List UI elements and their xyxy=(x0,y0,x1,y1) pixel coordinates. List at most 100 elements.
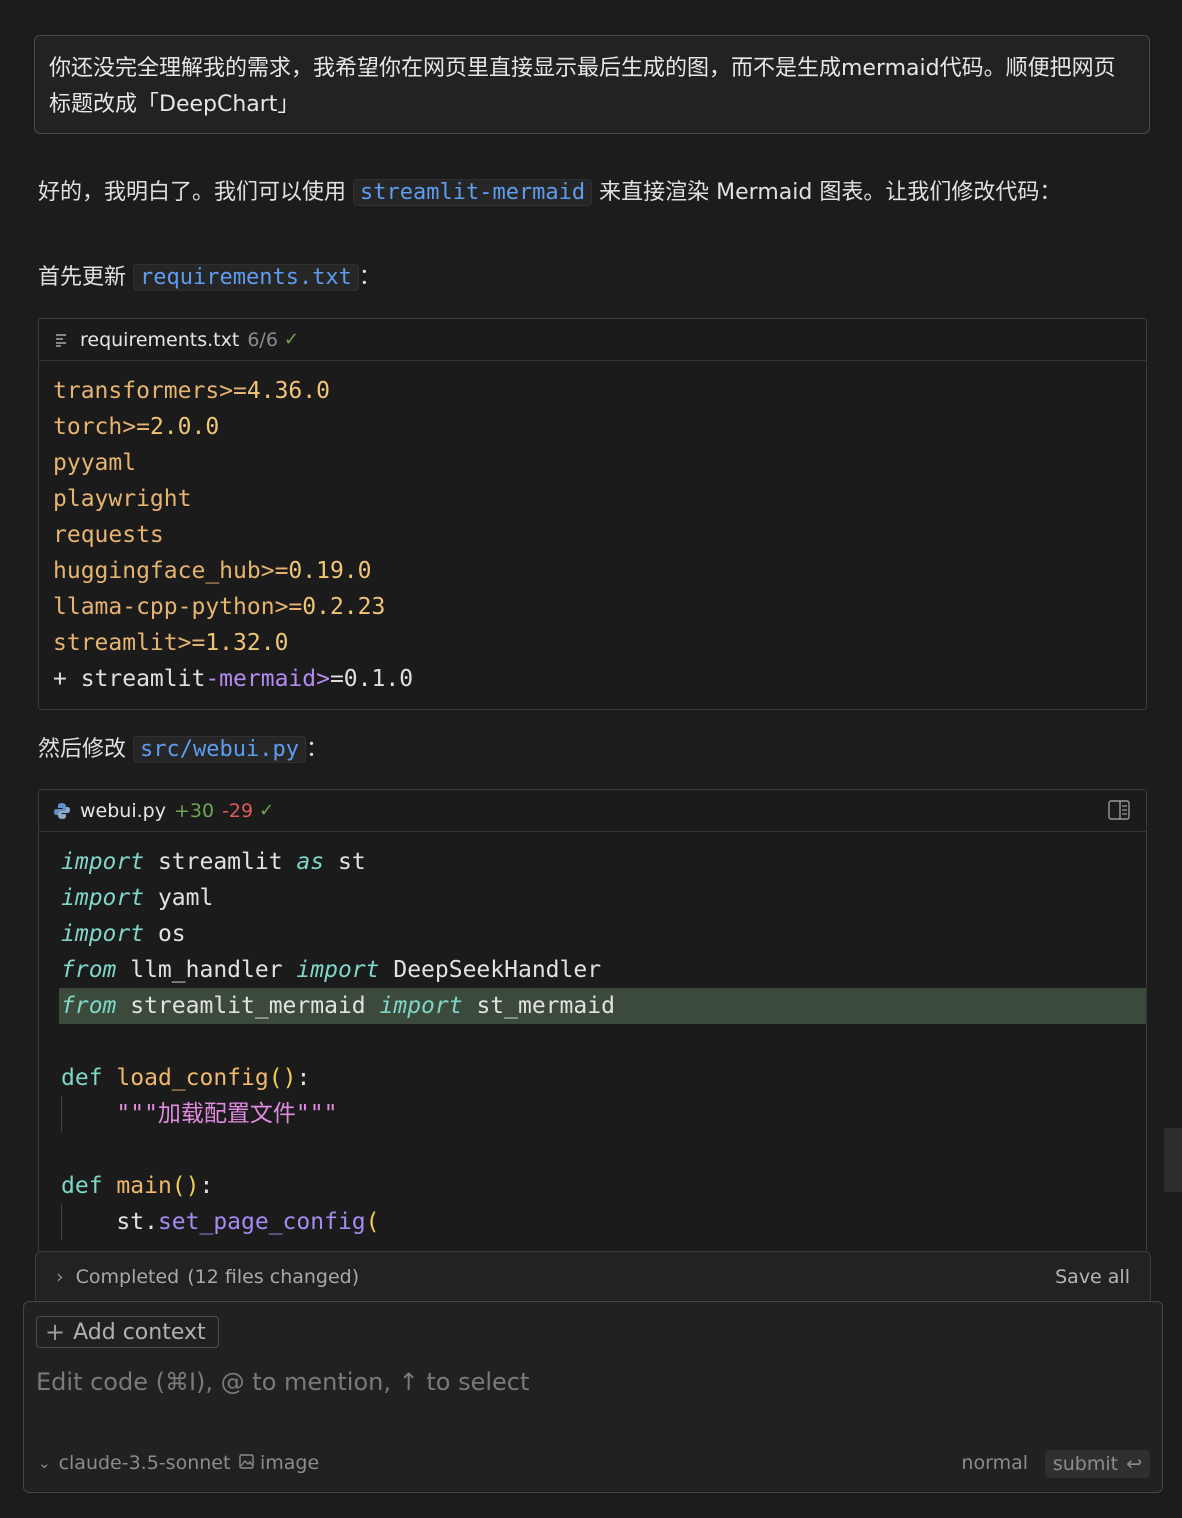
identifier: yaml xyxy=(144,885,214,911)
inline-code-requirements[interactable]: requirements.txt xyxy=(133,264,359,291)
code-line: """加载配置文件""" xyxy=(61,1096,1146,1132)
image-button[interactable]: image xyxy=(239,1452,319,1474)
plus-icon: + xyxy=(45,1318,66,1346)
image-icon xyxy=(239,1452,254,1474)
requirements-line: playwright xyxy=(53,481,1132,517)
code-line: import streamlit as st xyxy=(61,844,1146,880)
function-name: load_config xyxy=(116,1065,269,1091)
add-context-button[interactable]: + Add context xyxy=(36,1316,219,1348)
code-line-content: import os xyxy=(61,921,186,947)
code-line-content: import streamlit as st xyxy=(61,849,366,875)
keyword: from xyxy=(61,993,117,1019)
keyword: import xyxy=(296,957,380,983)
requirements-filename: requirements.txt xyxy=(80,328,240,351)
version-operator: >= xyxy=(177,630,206,656)
version-operator: >= xyxy=(274,594,303,620)
reply-paragraph-2: 首先更新 requirements.txt： xyxy=(38,264,381,291)
package-name: transformers xyxy=(53,378,220,404)
reply-paragraph-3: 然后修改 src/webui.py： xyxy=(38,736,328,763)
webui-code-body: import streamlit as st import yaml import … xyxy=(39,832,1146,1240)
reply-paragraph-1: 好的，我明白了。我们可以使用 streamlit-mermaid 来直接渲染 M… xyxy=(38,179,1062,206)
package-name: llama-cpp-python xyxy=(53,594,275,620)
identifier: st. xyxy=(116,1209,158,1235)
version-number: 0.2.23 xyxy=(302,594,386,620)
keyword: import xyxy=(61,885,145,911)
user-message-text: 你还没完全理解我的需求，我希望你在网页里直接显示最后生成的图，而不是生成merm… xyxy=(49,56,1116,117)
code-line: def load_config(): xyxy=(61,1060,1146,1096)
code-line: import yaml xyxy=(61,880,1146,916)
requirements-line: requests xyxy=(53,517,1132,553)
chevron-right-icon[interactable]: › xyxy=(56,1266,64,1288)
webui-code-block: webui.py +30 -29 ✓ import streamlit as s… xyxy=(38,789,1147,1259)
code-line: def main(): xyxy=(61,1168,1146,1204)
identifier: DeepSeekHandler xyxy=(379,957,602,983)
model-name: claude-3.5-sonnet xyxy=(58,1452,231,1474)
method-name: set_page_config xyxy=(157,1209,366,1235)
added-prefix: + streamlit xyxy=(53,666,206,692)
model-selector[interactable]: ⌄ claude-3.5-sonnet xyxy=(38,1452,230,1474)
lines-removed-count: -29 xyxy=(222,799,254,822)
highlighted-code-line: from streamlit_mermaid import st_mermaid xyxy=(59,988,1146,1024)
keyword: from xyxy=(61,957,117,983)
version-number: 0.19.0 xyxy=(288,558,372,584)
requirements-code-body: transformers>=4.36.0 torch>=2.0.0 pyyaml pl… xyxy=(39,361,1146,697)
parentheses: () xyxy=(171,1173,200,1199)
code-line: from llm_handler import DeepSeekHandler xyxy=(61,952,1146,988)
requirements-line: streamlit>=1.32.0 xyxy=(53,625,1132,661)
text-file-icon xyxy=(53,331,71,349)
colon: : xyxy=(296,1065,311,1091)
status-label: Completed xyxy=(75,1265,180,1288)
identifier: os xyxy=(144,921,186,947)
requirements-added-line: + streamlit-mermaid>=0.1.0 xyxy=(53,661,1132,697)
requirements-code-block: requirements.txt 6/6 ✓ transformers>=4.3… xyxy=(38,318,1147,710)
package-name: playwright xyxy=(53,486,192,512)
user-message: 你还没完全理解我的需求，我希望你在网页里直接显示最后生成的图，而不是生成merm… xyxy=(34,35,1150,134)
composer: + Add context ⌄ claude-3.5-sonnet image … xyxy=(23,1301,1163,1493)
webui-filename: webui.py xyxy=(80,799,166,822)
added-mid: -mermaid> xyxy=(205,666,330,692)
version-operator: >= xyxy=(122,414,150,440)
python-file-icon xyxy=(53,802,71,820)
open-in-editor-icon[interactable] xyxy=(1108,800,1130,825)
save-all-button[interactable]: Save all xyxy=(1055,1266,1130,1288)
code-line: st.set_page_config( xyxy=(61,1204,1146,1240)
composer-input[interactable] xyxy=(36,1362,1136,1402)
indent-guide xyxy=(61,1096,62,1132)
code-line: import os xyxy=(61,916,1146,952)
submit-button[interactable]: submit ↩ xyxy=(1044,1450,1150,1478)
requirements-code-header[interactable]: requirements.txt 6/6 ✓ xyxy=(39,319,1146,361)
parenthesis: ( xyxy=(365,1209,380,1235)
requirements-line: pyyaml xyxy=(53,445,1132,481)
changes-status-bar[interactable]: › Completed (12 files changed) Save all xyxy=(35,1251,1151,1301)
status-detail: (12 files changed) xyxy=(187,1265,360,1288)
identifier: streamlit_mermaid xyxy=(116,993,380,1019)
package-name: streamlit xyxy=(53,630,178,656)
code-line-content: from llm_handler import DeepSeekHandler xyxy=(61,957,601,983)
requirements-progress: 6/6 xyxy=(247,328,278,351)
chevron-down-icon: ⌄ xyxy=(38,1454,51,1472)
check-icon: ✓ xyxy=(283,329,299,350)
function-name: main xyxy=(116,1173,172,1199)
inline-code-streamlit-mermaid: streamlit-mermaid xyxy=(353,179,593,206)
inline-code-webui[interactable]: src/webui.py xyxy=(133,736,306,763)
scrollbar-thumb[interactable] xyxy=(1164,1128,1182,1192)
version-number: 2.0.0 xyxy=(149,414,220,440)
package-name: pyyaml xyxy=(53,450,137,476)
indent-guide xyxy=(61,1204,62,1240)
webui-code-header[interactable]: webui.py +30 -29 ✓ xyxy=(39,790,1146,832)
colon: : xyxy=(199,1173,214,1199)
requirements-line: transformers>=4.36.0 xyxy=(53,373,1132,409)
package-name: huggingface_hub xyxy=(53,558,261,584)
identifier: streamlit xyxy=(144,849,297,875)
added-suffix: =0.1.0 xyxy=(329,666,414,692)
version-number: 4.36.0 xyxy=(246,378,330,404)
identifier: llm_handler xyxy=(116,957,297,983)
code-line-content: import yaml xyxy=(61,885,213,911)
mode-selector[interactable]: normal xyxy=(961,1452,1028,1474)
